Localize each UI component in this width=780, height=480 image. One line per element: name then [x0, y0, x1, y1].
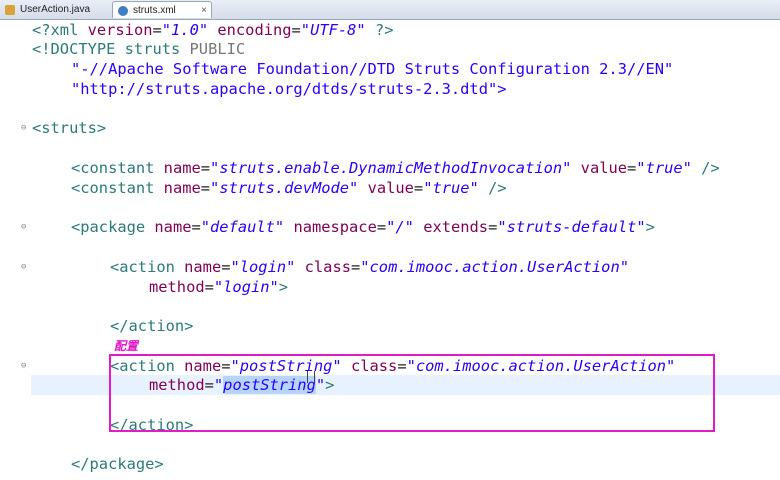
- tab-useraction-java[interactable]: UserAction.java: [0, 1, 110, 18]
- code-line-constant-1: <constant name="struts.enable.DynamicMet…: [71, 159, 720, 177]
- code-line-package-close: </package>: [71, 455, 164, 473]
- tab-label: struts.xml: [133, 5, 176, 16]
- xml-file-icon: [118, 6, 128, 16]
- code-line-package: <package name="default" namespace="/" ex…: [71, 218, 655, 236]
- code-line-action-login: <action name="login" class="com.imooc.ac…: [110, 258, 629, 276]
- code-line-1: <?xml version="1.0" encoding="UTF-8" ?>: [32, 21, 394, 39]
- code-line-3: "-//Apache Software Foundation//DTD Stru…: [71, 60, 674, 78]
- code-line-constant-2: <constant name="struts.devMode" value="t…: [71, 179, 507, 197]
- close-tab-icon[interactable]: ×: [201, 2, 207, 19]
- code-line-method-login: method="login">: [149, 278, 289, 296]
- annotation-highlight-box: [109, 354, 715, 432]
- code-line-4: "http://struts.apache.org/dtds/struts-2.…: [71, 80, 507, 98]
- annotation-label: 配置: [114, 339, 139, 353]
- java-file-icon: [5, 5, 15, 15]
- tab-label: UserAction.java: [20, 4, 91, 15]
- code-line-2: <!DOCTYPE struts PUBLIC: [32, 40, 246, 58]
- editor-tab-bar: UserAction.java struts.xml ×: [0, 0, 780, 20]
- code-line-struts: <struts>: [32, 119, 107, 137]
- tab-struts-xml[interactable]: struts.xml ×: [112, 1, 212, 18]
- code-line-action-close-1: </action>: [110, 317, 194, 335]
